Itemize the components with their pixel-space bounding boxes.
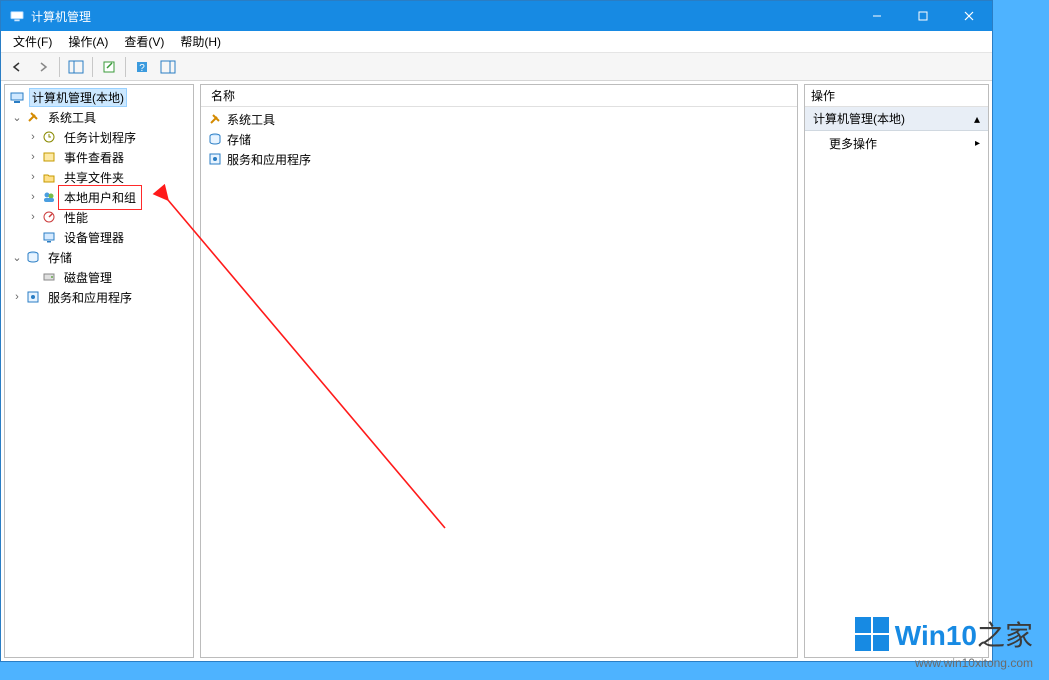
expand-icon[interactable]: ›	[9, 291, 25, 303]
tree-label: 磁盘管理	[61, 268, 115, 287]
services-icon	[207, 151, 223, 167]
actions-pane: 操作 计算机管理(本地) ▴ 更多操作 ▸	[804, 84, 989, 658]
watermark-brand-suffix: 之家	[977, 620, 1033, 651]
back-button[interactable]	[5, 55, 29, 79]
tree-label: 计算机管理(本地)	[29, 88, 127, 107]
watermark: Win10之家 www.win10xitong.com	[855, 614, 1033, 670]
menu-help[interactable]: 帮助(H)	[172, 31, 229, 52]
tree-pane[interactable]: 计算机管理(本地) ⌄ 系统工具 › 任务计划程序 › 事件查看器	[4, 84, 194, 658]
collapse-icon[interactable]: ⌄	[9, 251, 25, 264]
toolbar-separator	[92, 57, 93, 77]
services-icon	[25, 289, 41, 305]
storage-icon	[207, 131, 223, 147]
window-title: 计算机管理	[31, 8, 854, 25]
toolbar: ?	[1, 53, 992, 81]
maximize-button[interactable]	[900, 1, 946, 31]
tree-label: 服务和应用程序	[45, 288, 135, 307]
list-pane[interactable]: 名称 系统工具 存储 服务和应用程序	[200, 84, 798, 658]
tools-icon	[207, 111, 223, 127]
tree-system-tools[interactable]: ⌄ 系统工具	[5, 107, 193, 127]
tree-disk-management[interactable]: 磁盘管理	[5, 267, 193, 287]
app-icon	[9, 8, 25, 24]
expand-icon[interactable]: ›	[25, 211, 41, 223]
tree-label: 任务计划程序	[61, 128, 139, 147]
expand-icon[interactable]: ›	[25, 131, 41, 143]
menu-view[interactable]: 查看(V)	[116, 31, 172, 52]
actions-more[interactable]: 更多操作 ▸	[805, 131, 988, 156]
tree-label: 事件查看器	[61, 148, 127, 167]
clock-icon	[41, 129, 57, 145]
tree-label: 共享文件夹	[61, 168, 127, 187]
performance-icon	[41, 209, 57, 225]
tools-icon	[25, 109, 41, 125]
tree-services-apps[interactable]: › 服务和应用程序	[5, 287, 193, 307]
tree-label: 存储	[45, 248, 75, 267]
actions-header: 操作	[805, 85, 988, 107]
expand-icon[interactable]: ›	[25, 171, 41, 183]
tree-task-scheduler[interactable]: › 任务计划程序	[5, 127, 193, 147]
window-computer-management: 计算机管理 文件(F) 操作(A) 查看(V) 帮助(H) ?	[0, 0, 993, 662]
tree-label: 性能	[61, 208, 91, 227]
device-icon	[41, 229, 57, 245]
menu-file[interactable]: 文件(F)	[5, 31, 60, 52]
tree-root[interactable]: 计算机管理(本地)	[5, 87, 193, 107]
list-header[interactable]: 名称	[201, 85, 797, 107]
tree-event-viewer[interactable]: › 事件查看器	[5, 147, 193, 167]
toolbar-separator	[59, 57, 60, 77]
tree-local-users-groups[interactable]: › 本地用户和组	[5, 187, 193, 207]
show-action-pane-button[interactable]	[156, 55, 180, 79]
shared-folder-icon	[41, 169, 57, 185]
tree-label: 系统工具	[45, 108, 99, 127]
svg-text:?: ?	[139, 63, 145, 74]
disk-icon	[41, 269, 57, 285]
toolbar-separator	[125, 57, 126, 77]
watermark-url: www.win10xitong.com	[855, 656, 1033, 670]
users-icon	[41, 189, 57, 205]
list-item-label: 系统工具	[227, 111, 275, 128]
actions-section-label: 计算机管理(本地)	[813, 110, 905, 127]
tree-label: 本地用户和组	[61, 188, 139, 207]
list-item-label: 服务和应用程序	[227, 151, 311, 168]
tree-storage[interactable]: ⌄ 存储	[5, 247, 193, 267]
list-item-storage[interactable]: 存储	[201, 129, 797, 149]
minimize-button[interactable]	[854, 1, 900, 31]
collapse-icon[interactable]: ▴	[974, 112, 980, 126]
menu-action[interactable]: 操作(A)	[60, 31, 116, 52]
tree-performance[interactable]: › 性能	[5, 207, 193, 227]
help-button[interactable]: ?	[130, 55, 154, 79]
close-button[interactable]	[946, 1, 992, 31]
actions-section[interactable]: 计算机管理(本地) ▴	[805, 107, 988, 131]
tree-device-manager[interactable]: 设备管理器	[5, 227, 193, 247]
watermark-brand-prefix: Win10	[895, 620, 977, 651]
expand-icon[interactable]: ›	[25, 151, 41, 163]
actions-more-label: 更多操作	[829, 135, 877, 152]
forward-button[interactable]	[31, 55, 55, 79]
collapse-icon[interactable]: ⌄	[9, 111, 25, 124]
column-name[interactable]: 名称	[207, 85, 239, 106]
expand-icon[interactable]: ›	[25, 191, 41, 203]
tree-shared-folders[interactable]: › 共享文件夹	[5, 167, 193, 187]
storage-icon	[25, 249, 41, 265]
windows-logo-icon	[855, 617, 889, 651]
chevron-right-icon: ▸	[975, 138, 980, 149]
event-icon	[41, 149, 57, 165]
main-area: 计算机管理(本地) ⌄ 系统工具 › 任务计划程序 › 事件查看器	[1, 81, 992, 661]
computer-icon	[9, 89, 25, 105]
tree-label: 设备管理器	[61, 228, 127, 247]
show-hide-tree-button[interactable]	[64, 55, 88, 79]
properties-button[interactable]	[97, 55, 121, 79]
menubar: 文件(F) 操作(A) 查看(V) 帮助(H)	[1, 31, 992, 53]
list-item-services-apps[interactable]: 服务和应用程序	[201, 149, 797, 169]
titlebar[interactable]: 计算机管理	[1, 1, 992, 31]
list-item-system-tools[interactable]: 系统工具	[201, 109, 797, 129]
list-item-label: 存储	[227, 131, 251, 148]
